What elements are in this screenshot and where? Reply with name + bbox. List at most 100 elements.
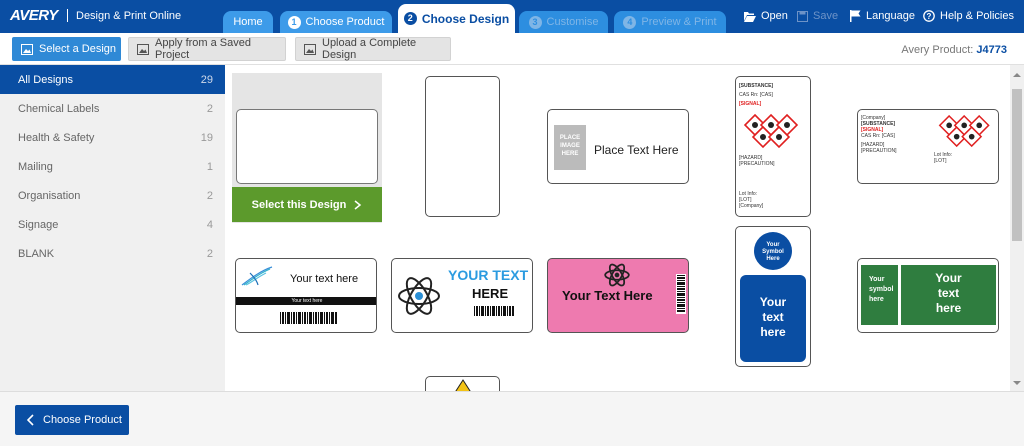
design-tile-pink-text[interactable]: Your Text Here bbox=[547, 258, 689, 333]
help-policies-button[interactable]: ? Help & Policies bbox=[923, 10, 1014, 22]
help-icon: ? bbox=[923, 10, 935, 22]
signal-text: [SIGNAL] bbox=[739, 101, 762, 107]
open-label: Open bbox=[761, 10, 788, 22]
design-tile-image-text[interactable]: PLACE IMAGE HERE Place Text Here bbox=[547, 109, 689, 184]
company-text: [Company] bbox=[739, 203, 764, 209]
your-text-heading: YOUR TEXT bbox=[448, 267, 529, 283]
design-toolbar: Select a Design Apply from a Saved Proje… bbox=[0, 33, 1024, 65]
sidebar-item-signage[interactable]: Signage 4 bbox=[0, 210, 225, 239]
select-this-design-button[interactable]: Select this Design bbox=[232, 187, 382, 222]
text-placeholder: Place Text Here bbox=[594, 143, 679, 157]
category-label: Signage bbox=[18, 218, 59, 231]
design-grid: Select this Design PLACE IMAGE HERE Plac… bbox=[225, 65, 1010, 391]
select-design-button[interactable]: Select a Design bbox=[12, 37, 121, 61]
app-title: Design & Print Online bbox=[76, 10, 182, 22]
category-label: Health & Safety bbox=[18, 131, 95, 144]
design-tile-symbol-sign-portrait[interactable]: Your Symbol Here Your text here bbox=[735, 226, 811, 367]
green-symbol-panel: Your symbol here bbox=[861, 265, 898, 325]
scroll-down-arrow-icon[interactable] bbox=[1010, 377, 1024, 389]
scroll-up-arrow-icon[interactable] bbox=[1010, 69, 1024, 81]
warning-triangle-icon bbox=[455, 379, 471, 391]
back-choose-product-button[interactable]: Choose Product bbox=[15, 405, 129, 435]
upload-complete-design-button[interactable]: Upload a Complete Design bbox=[295, 37, 451, 61]
tab-choose-design[interactable]: 2 Choose Design bbox=[398, 4, 515, 33]
lot-text: [LOT] bbox=[934, 158, 947, 164]
category-label: BLANK bbox=[18, 247, 55, 260]
chevron-left-icon bbox=[27, 414, 34, 426]
svg-text:?: ? bbox=[927, 12, 932, 21]
apply-saved-project-button[interactable]: Apply from a Saved Project bbox=[128, 37, 286, 61]
avery-product-code: J4773 bbox=[976, 44, 1007, 56]
design-tile-chemical-portrait[interactable]: [SUBSTANCE] CAS Rn: [CAS] [SIGNAL] [HAZA… bbox=[735, 76, 811, 217]
tab-choose-product[interactable]: 1 Choose Product bbox=[280, 11, 392, 33]
your-word: Your bbox=[759, 295, 787, 309]
scrollbar-thumb[interactable] bbox=[1012, 89, 1022, 241]
blue-text-panel: Your text here bbox=[740, 275, 806, 362]
precaution-text: [PRECAUTION] bbox=[739, 161, 775, 167]
folder-open-icon bbox=[744, 11, 756, 22]
language-button[interactable]: Language bbox=[850, 10, 915, 22]
tab-customise: 3 Customise bbox=[519, 11, 608, 33]
category-label: Chemical Labels bbox=[18, 102, 100, 115]
pink-text-heading: Your Text Here bbox=[562, 288, 653, 303]
avery-product-label: Avery Product: bbox=[901, 44, 974, 56]
help-label: Help & Policies bbox=[940, 10, 1014, 22]
avery-logo[interactable]: AVERY bbox=[10, 7, 58, 24]
sidebar-item-all-designs[interactable]: All Designs 29 bbox=[0, 65, 225, 94]
ghs-hazard-pictograms-icon bbox=[743, 113, 799, 149]
here-word: here bbox=[760, 325, 786, 339]
open-button[interactable]: Open bbox=[744, 10, 788, 22]
image-icon bbox=[21, 44, 33, 55]
cas-text: CAS Rn: [CAS] bbox=[739, 92, 773, 98]
sidebar-item-blank[interactable]: BLANK 2 bbox=[0, 239, 225, 268]
here-word: here bbox=[935, 301, 962, 315]
sidebar-item-chemical-labels[interactable]: Chemical Labels 2 bbox=[0, 94, 225, 123]
image-placeholder: PLACE IMAGE HERE bbox=[554, 125, 586, 170]
image-upload-icon bbox=[304, 44, 316, 55]
tab-home[interactable]: Home bbox=[223, 11, 273, 33]
save-icon bbox=[797, 10, 808, 22]
category-count: 2 bbox=[206, 247, 213, 260]
your-word: Your bbox=[935, 271, 962, 285]
step-number-3: 3 bbox=[528, 15, 542, 29]
tab-choose-design-label: Choose Design bbox=[421, 11, 510, 26]
vertical-scrollbar[interactable] bbox=[1010, 65, 1024, 391]
design-tile-atom-text[interactable]: YOUR TEXT HERE bbox=[391, 258, 533, 333]
category-label: Mailing bbox=[18, 160, 53, 173]
sidebar-item-organisation[interactable]: Organisation 2 bbox=[0, 181, 225, 210]
text-word: text bbox=[762, 310, 784, 324]
logo-divider bbox=[67, 9, 68, 22]
category-sidebar: All Designs 29 Chemical Labels 2 Health & … bbox=[0, 65, 225, 391]
precaution-text: [PRECAUTION] bbox=[861, 148, 897, 154]
design-tile-blank-landscape[interactable]: Select this Design bbox=[232, 73, 382, 223]
barcode-icon bbox=[474, 306, 514, 316]
category-count: 2 bbox=[206, 189, 213, 202]
sidebar-item-mailing[interactable]: Mailing 1 bbox=[0, 152, 225, 181]
ghs-hazard-pictograms-icon bbox=[938, 114, 990, 148]
design-tile-chemical-landscape[interactable]: [Company] [SUBSTANCE] [SIGNAL] CAS Rn: [… bbox=[857, 109, 999, 184]
swoosh-logo-icon bbox=[241, 266, 273, 286]
atom-icon bbox=[604, 263, 630, 287]
category-label: All Designs bbox=[18, 73, 74, 86]
back-label: Choose Product bbox=[43, 414, 122, 426]
design-tile-warning-sign[interactable] bbox=[425, 376, 500, 391]
flag-icon bbox=[850, 10, 861, 22]
select-design-label: Select a Design bbox=[39, 43, 117, 55]
image-import-icon bbox=[137, 44, 149, 55]
language-label: Language bbox=[866, 10, 915, 22]
design-tile-text-barcode[interactable]: Your text here Your text here bbox=[235, 258, 377, 333]
substance-text: [SUBSTANCE] bbox=[739, 83, 774, 89]
sidebar-item-health-safety[interactable]: Health & Safety 19 bbox=[0, 123, 225, 152]
design-tile-blank-portrait[interactable] bbox=[425, 76, 500, 217]
category-label: Organisation bbox=[18, 189, 81, 202]
tab-customise-label: Customise bbox=[546, 16, 599, 28]
tab-home-label: Home bbox=[233, 16, 263, 28]
category-count: 2 bbox=[206, 102, 213, 115]
select-this-design-label: Select this Design bbox=[251, 198, 347, 211]
avery-product-info: Avery Product: J4773 bbox=[901, 44, 1007, 56]
black-band: Your text here bbox=[236, 297, 376, 305]
your-text-here: Your text here bbox=[290, 273, 359, 285]
design-tile-symbol-sign-landscape[interactable]: Your symbol here Your text here bbox=[857, 258, 999, 333]
category-count: 29 bbox=[200, 73, 213, 86]
category-count: 19 bbox=[200, 131, 213, 144]
